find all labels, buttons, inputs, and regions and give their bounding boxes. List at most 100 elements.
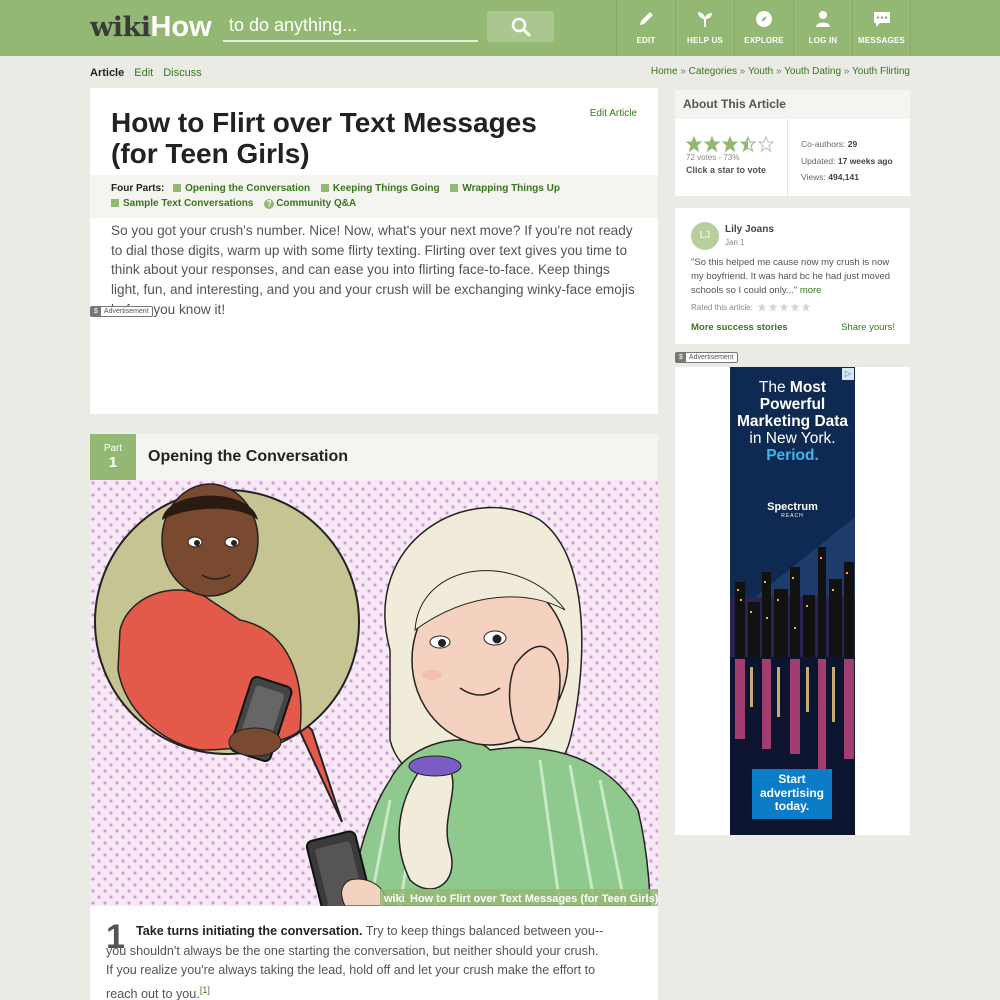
star-rating[interactable] [686, 136, 776, 152]
breadcrumb-separator: » [775, 66, 782, 77]
dollar-icon: $ [91, 307, 101, 316]
image-watermark: wiki [383, 893, 405, 905]
story-rating-label: Rated this article: [691, 302, 753, 312]
star-icon[interactable] [686, 136, 702, 152]
search-button[interactable] [487, 11, 554, 42]
step-illustration[interactable]: wiki How to Flirt over Text Messages (fo… [90, 480, 658, 906]
coauthors-label: Co-authors: [801, 139, 846, 149]
avatar: LJ [691, 222, 719, 250]
community-qa-label: Community Q&A [276, 198, 357, 209]
top-header: wikiHow EDIT HELP US EXPLORE LOG IN MESS… [0, 0, 1000, 56]
star-outline-icon [790, 302, 800, 312]
story-quote: "So this helped me cause now my crush is… [691, 256, 903, 298]
article-tabs: Article Edit Discuss [90, 67, 202, 79]
parts-link-2[interactable]: Keeping Things Going [320, 183, 440, 194]
parts-nav: Four Parts: Opening the Conversation Kee… [90, 175, 658, 218]
page-title: How to Flirt over Text Messages (for Tee… [111, 107, 537, 169]
search-icon [511, 17, 530, 36]
star-icon[interactable] [704, 136, 720, 152]
story-more-link[interactable]: more [800, 285, 822, 296]
star-outline-icon [768, 302, 778, 312]
tab-discuss[interactable]: Discuss [163, 67, 202, 79]
nav-edit[interactable]: EDIT [616, 0, 675, 56]
sidebar-ad-label[interactable]: $ Advertisement [675, 352, 738, 363]
adchoices-icon[interactable]: ▷ [842, 368, 854, 380]
tab-edit[interactable]: Edit [134, 67, 153, 79]
community-qa-link[interactable]: ? Community Q&A [264, 198, 356, 209]
star-icon[interactable] [758, 136, 774, 152]
views-value: 494,141 [828, 172, 859, 182]
ad-line-1b: Most [789, 379, 827, 396]
parts-link-1[interactable]: Opening the Conversation [173, 183, 310, 194]
story-star-rating [757, 302, 811, 312]
nav-explore[interactable]: EXPLORE [734, 0, 793, 56]
sidebar-ad-label-text: Advertisement [688, 354, 734, 361]
ad-line-1: The [758, 379, 786, 396]
parts-link-4[interactable]: Sample Text Conversations [111, 198, 253, 209]
part-badge-word: Part [103, 443, 123, 454]
breadcrumb-youth-dating[interactable]: Youth Dating [784, 66, 841, 77]
nav-messages[interactable]: MESSAGES [852, 0, 911, 56]
step-heading: Take turns initiating the conversation. [136, 924, 363, 938]
success-story: LJ Lily Joans Jan 1 "So this helped me c… [675, 208, 910, 344]
star-icon[interactable] [740, 136, 756, 152]
votes-count: 72 votes - 73% [686, 153, 740, 162]
intro-paragraph: So you got your crush's number. Nice! No… [111, 223, 635, 317]
tab-article[interactable]: Article [90, 67, 124, 79]
breadcrumb: Home » Categories » Youth » Youth Dating… [651, 66, 910, 77]
nav-explore-label: EXPLORE [744, 36, 784, 45]
about-this-article: About This Article 72 votes - 73% Click … [675, 90, 910, 196]
edit-article-link[interactable]: Edit Article [590, 108, 637, 119]
story-rating: Rated this article: [691, 302, 811, 312]
nav-help-us-label: HELP US [687, 36, 723, 45]
star-icon[interactable] [722, 136, 738, 152]
question-icon: ? [264, 199, 275, 209]
share-yours-link[interactable]: Share yours! [841, 322, 895, 333]
nav-help-us[interactable]: HELP US [675, 0, 734, 56]
breadcrumb-separator: » [843, 66, 850, 77]
article-meta: Co-authors: 29 Updated: 17 weeks ago Vie… [801, 136, 893, 186]
square-bullet-icon [450, 184, 459, 192]
sprout-icon [695, 9, 715, 29]
ad-cta-button[interactable]: Start advertising today. [752, 769, 832, 819]
star-outline-icon [779, 302, 789, 312]
ad-banner[interactable]: The Most Powerful Marketing Data in New … [730, 367, 855, 835]
updated-label: Updated: [801, 155, 836, 166]
ad-label-text: Advertisement [103, 308, 149, 315]
updated-value: 17 weeks ago [837, 155, 893, 166]
story-author: Lily Joans [725, 224, 774, 235]
story-quote-text: "So this helped me cause now my crush is… [691, 257, 891, 296]
breadcrumb-separator: » [680, 66, 686, 77]
ad-line-3: in New York. [749, 430, 836, 447]
views-label: Views: [801, 172, 826, 182]
header-nav: EDIT HELP US EXPLORE LOG IN MESSAGES [616, 0, 911, 56]
parts-link-label: Wrapping Things Up [462, 183, 560, 194]
wikihow-logo[interactable]: wikiHow [90, 11, 212, 44]
parts-link-3[interactable]: Wrapping Things Up [450, 183, 560, 194]
reference-link[interactable]: [1] [200, 985, 210, 995]
ad-line-2: Powerful Marketing Data [736, 396, 849, 430]
parts-link-label: Opening the Conversation [185, 183, 311, 194]
compass-icon [754, 9, 774, 29]
nav-log-in[interactable]: LOG IN [793, 0, 852, 56]
dollar-icon: $ [676, 353, 686, 362]
coauthors-value[interactable]: 29 [848, 139, 857, 149]
parts-link-label: Sample Text Conversations [123, 198, 254, 209]
square-bullet-icon [173, 184, 182, 192]
part-badge-number: 1 [108, 454, 118, 471]
more-stories-link[interactable]: More success stories [691, 322, 788, 333]
logo-wiki-text: wiki [90, 12, 151, 43]
star-outline-icon [801, 302, 811, 312]
parts-link-label: Keeping Things Going [332, 183, 440, 194]
breadcrumb-youth[interactable]: Youth [748, 66, 773, 77]
search-input[interactable] [223, 11, 478, 42]
breadcrumb-home[interactable]: Home [651, 66, 678, 77]
breadcrumb-categories[interactable]: Categories [689, 66, 737, 77]
nav-log-in-label: LOG IN [808, 36, 838, 45]
breadcrumb-youth-flirting[interactable]: Youth Flirting [852, 66, 910, 77]
ad-label[interactable]: $ Advertisement [90, 306, 153, 317]
user-icon [813, 9, 833, 29]
logo-how-text: How [150, 11, 212, 43]
about-heading: About This Article [675, 90, 910, 119]
views-row: Views: 494,141 [801, 169, 893, 186]
